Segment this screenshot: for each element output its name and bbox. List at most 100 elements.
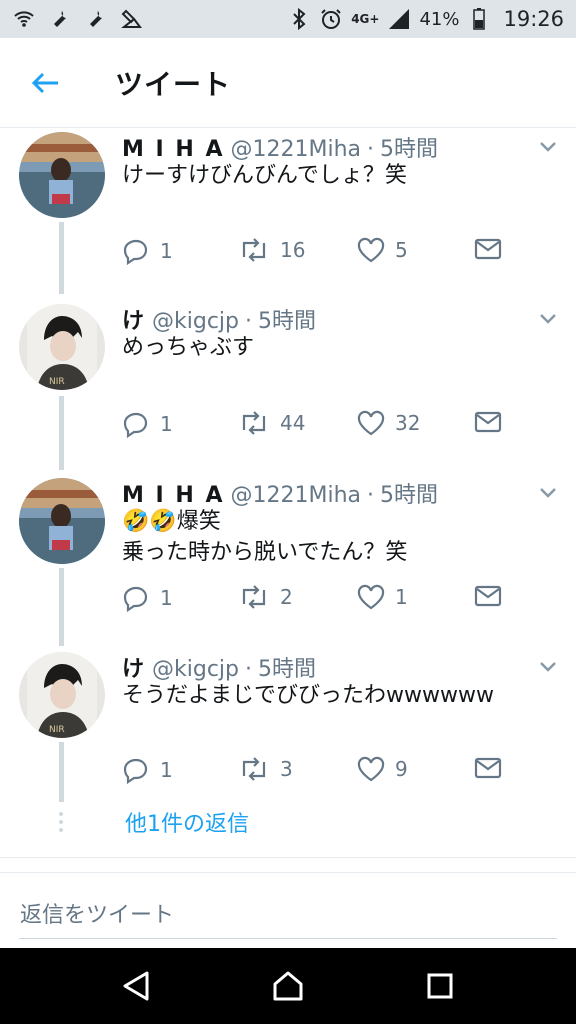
retweet-count: 44 [280,411,306,435]
dm-button[interactable] [474,410,502,434]
retweet-icon [242,238,266,262]
app-header: ツイート [0,38,576,128]
wrench-icon [48,7,72,31]
display-name[interactable]: M I H A [122,137,225,162]
chevron-down-icon[interactable] [538,312,558,326]
retweet-icon [242,585,266,609]
heart-icon [357,584,385,610]
reply-button[interactable]: 1 [122,756,173,784]
cast-icon [120,7,144,31]
tweet-text-line: 🤣🤣爆笑 [122,509,221,534]
display-name[interactable]: け [122,303,146,335]
home-icon [273,971,303,1001]
handle[interactable]: @kigcjp [152,657,239,682]
divider [0,857,576,858]
system-nav-bar [0,948,576,1024]
like-count: 5 [395,238,408,262]
tweet[interactable]: NIR け @kigcjp · 5時間 そうだよまじでびびったわwwwwww 1… [0,648,576,798]
wrench-icon [84,7,108,31]
dm-button[interactable] [474,584,502,608]
retweet-button[interactable]: 16 [238,237,305,263]
tweet-text-line: 乗った時から脱いでたん？笑 [122,540,408,565]
like-button[interactable]: 9 [357,756,408,782]
tweet[interactable]: M I H A @1221Miha · 5時間 🤣🤣爆笑 乗った時から脱いでたん… [0,474,576,642]
reply-icon [123,758,148,784]
retweet-count: 2 [280,585,293,609]
alarm-icon [319,7,343,31]
timestamp[interactable]: 5時間 [258,303,316,335]
reply-button[interactable]: 1 [122,237,173,265]
signal-icon [387,7,411,31]
heart-icon [357,756,385,782]
display-name[interactable]: M I H A [122,483,225,508]
nav-back-button[interactable] [106,956,166,1016]
svg-text:NIR: NIR [49,377,65,387]
reply-count: 1 [160,586,173,610]
avatar[interactable]: NIR [19,652,105,738]
like-count: 1 [395,585,408,609]
network-type: 4G+ [351,11,380,26]
reply-count: 1 [160,412,173,436]
more-replies-link[interactable]: 他1件の返信 [125,806,249,838]
timestamp[interactable]: 5時間 [380,131,438,163]
separator: · [245,657,253,682]
chevron-down-icon[interactable] [538,486,558,500]
page-title: ツイート [115,67,232,101]
battery-icon [467,7,491,31]
back-triangle-icon [123,971,149,1001]
back-arrow-icon [31,72,58,93]
retweet-button[interactable]: 3 [238,756,293,782]
avatar[interactable]: NIR [19,304,105,390]
retweet-button[interactable]: 2 [238,584,293,610]
reply-count: 1 [160,239,173,263]
envelope-icon [474,585,502,607]
display-name[interactable]: け [122,651,146,683]
tweet[interactable]: M I H A @1221Miha · 5時間 けーすけびんびんでしょ？笑 1 … [0,128,576,290]
tweet[interactable]: NIR け @kigcjp · 5時間 めっちゃぶす 1 44 32 [0,300,576,465]
like-button[interactable]: 32 [357,410,420,436]
reply-button[interactable]: 1 [122,410,173,438]
like-button[interactable]: 5 [357,237,408,263]
avatar[interactable] [19,478,105,564]
svg-text:NIR: NIR [49,725,65,735]
chevron-down-icon[interactable] [538,660,558,674]
timestamp[interactable]: 5時間 [258,651,316,683]
retweet-count: 16 [280,238,306,262]
timestamp[interactable]: 5時間 [380,477,438,509]
back-button[interactable] [22,60,68,106]
reply-input[interactable] [19,893,557,939]
thread-dots [59,812,64,836]
tweet-text: そうだよまじでびびったわwwwwww [122,683,494,708]
like-button[interactable]: 1 [357,584,408,610]
recents-square-icon [427,973,453,999]
retweet-button[interactable]: 44 [238,410,305,436]
bluetooth-icon [287,7,311,31]
chevron-down-icon[interactable] [538,140,558,154]
retweet-count: 3 [280,757,293,781]
reply-button[interactable]: 1 [122,584,173,612]
clock: 19:26 [503,7,564,31]
wifi-on-icon [12,7,36,31]
reply-bar [0,872,576,948]
reply-icon [123,586,148,612]
nav-recents-button[interactable] [410,956,470,1016]
avatar[interactable] [19,132,105,218]
heart-icon [357,237,385,263]
tweet-text: めっちゃぶす [122,335,255,360]
status-bar: 4G+ 41% 19:26 [0,0,576,38]
envelope-icon [474,238,502,260]
heart-icon [357,410,385,436]
like-count: 32 [395,411,421,435]
separator: · [367,483,375,508]
handle[interactable]: @kigcjp [152,309,239,334]
retweet-icon [242,411,266,435]
dm-button[interactable] [474,756,502,780]
retweet-icon [242,757,266,781]
dm-button[interactable] [474,237,502,261]
handle[interactable]: @1221Miha [231,137,362,162]
reply-icon [123,239,148,265]
nav-home-button[interactable] [258,956,318,1016]
handle[interactable]: @1221Miha [231,483,362,508]
separator: · [367,137,375,162]
envelope-icon [474,757,502,779]
